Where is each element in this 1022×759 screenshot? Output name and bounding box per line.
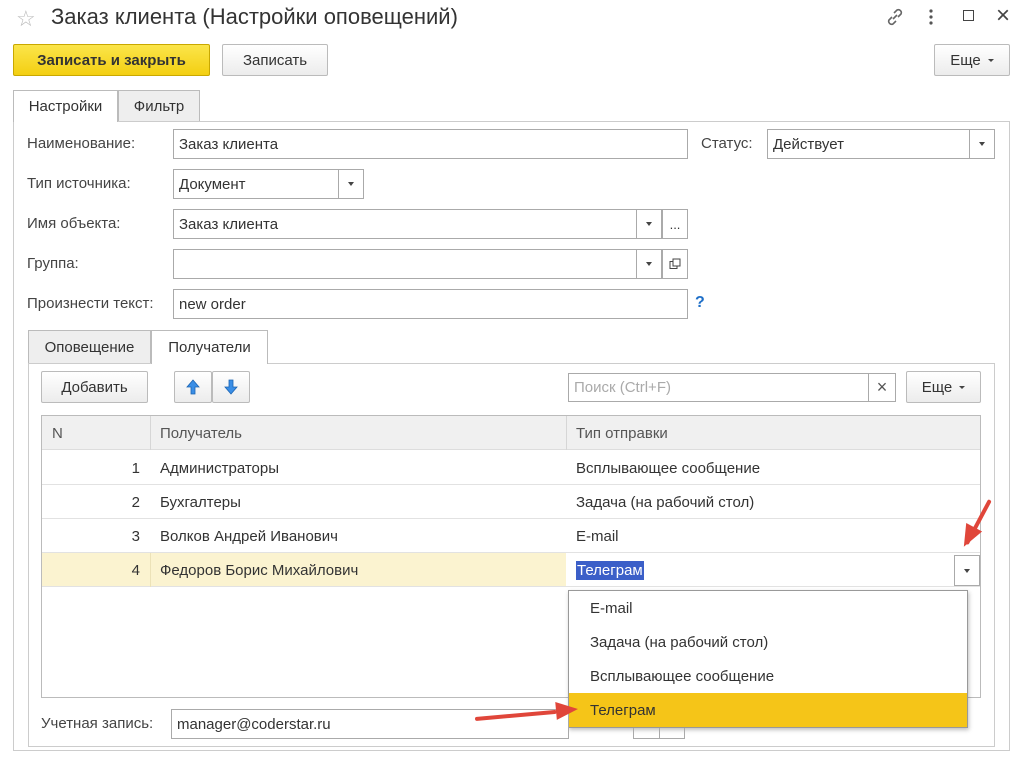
object-name-field[interactable]: Заказ клиента [173,209,662,239]
source-type-dropdown-button[interactable] [338,169,364,199]
help-icon[interactable]: ? [695,294,705,312]
row-number: 3 [131,527,140,545]
chevron-down-icon [964,568,970,573]
object-name-select-button[interactable]: ... [662,209,688,239]
status-dropdown-button[interactable] [969,129,995,159]
open-icon [669,258,681,269]
chevron-down-icon [959,385,966,389]
row-send-type: Задача (на рабочий стол) [576,493,755,511]
row-number: 2 [131,493,140,511]
name-field[interactable]: Заказ клиента [173,129,688,159]
header-divider [566,416,567,450]
send-type-selected-value[interactable]: Телеграм [576,561,644,580]
object-name-label: Имя объекта: [27,215,121,232]
status-select[interactable]: Действует [767,129,995,159]
arrow-up-icon [186,379,200,395]
row-recipient: Администраторы [160,459,280,477]
chevron-down-icon [646,222,652,226]
more-button[interactable]: Еще [934,44,1010,76]
save-and-close-button[interactable]: Записать и закрыть [13,44,210,76]
chevron-down-icon [987,58,994,62]
arrow-down-icon [224,379,238,395]
search-placeholder: Поиск (Ctrl+F) [574,379,671,396]
dropdown-option[interactable]: E-mail [590,591,633,625]
tab-settings[interactable]: Настройки [13,90,118,122]
star-icon[interactable]: ☆ [16,6,36,32]
row-divider [150,553,151,587]
tab-recipients[interactable]: Получатели [151,330,268,364]
group-label: Группа: [27,255,79,272]
row-recipient: Волков Андрей Иванович [160,527,338,545]
more-button-label: Еще [950,51,981,69]
save-button[interactable]: Записать [222,44,328,76]
group-field[interactable] [173,249,662,279]
group-dropdown-button[interactable] [636,249,662,279]
close-icon[interactable]: × [996,2,1010,30]
add-button[interactable]: Добавить [41,371,148,403]
window-title: Заказ клиента (Настройки оповещений) [51,4,458,29]
account-field-edge-divider [659,728,660,739]
chevron-down-icon [646,262,652,266]
account-label: Учетная запись: [41,715,154,732]
recipients-more-button[interactable]: Еще [906,371,981,403]
row-recipient: Бухгалтеры [160,493,241,511]
dropdown-option[interactable]: Задача (на рабочий стол) [590,625,768,659]
annotation-arrowhead-telegram [555,700,579,720]
name-label: Наименование: [27,135,136,152]
dropdown-option[interactable]: Телеграм [590,693,656,727]
object-name-dropdown-button[interactable] [636,209,662,239]
move-down-button[interactable] [212,371,250,403]
dropdown-option[interactable]: Всплывающее сообщение [590,659,774,693]
send-type-dropdown-button[interactable] [954,555,980,586]
header-divider [150,416,151,450]
column-header-recipient[interactable]: Получатель [160,416,242,450]
source-type-select[interactable]: Документ [173,169,364,199]
clear-icon: × [876,377,888,397]
move-up-button[interactable] [174,371,212,403]
maximize-icon[interactable] [963,10,974,21]
speak-text-field[interactable]: new order [173,289,688,319]
tab-filter[interactable]: Фильтр [118,90,200,122]
row-number: 4 [131,561,140,579]
speak-text-label: Произнести текст: [27,295,154,312]
row-number: 1 [131,459,140,477]
row-send-type: E-mail [576,527,619,545]
link-icon[interactable] [884,6,906,32]
chevron-down-icon [979,142,985,146]
chevron-down-icon [348,182,354,186]
source-type-label: Тип источника: [27,175,131,192]
status-label: Статус: [701,135,753,152]
recipients-more-label: Еще [921,378,953,396]
search-clear-button[interactable]: × [868,373,896,402]
more-vertical-icon[interactable] [925,6,937,32]
row-send-type: Всплывающее сообщение [576,459,761,477]
tab-notification[interactable]: Оповещение [28,330,151,363]
group-open-button[interactable] [662,249,688,279]
search-input[interactable]: Поиск (Ctrl+F) [568,373,869,402]
column-header-n[interactable]: N [52,416,63,450]
column-header-send-type[interactable]: Тип отправки [576,416,668,450]
row-recipient: Федоров Борис Михайлович [160,561,359,579]
